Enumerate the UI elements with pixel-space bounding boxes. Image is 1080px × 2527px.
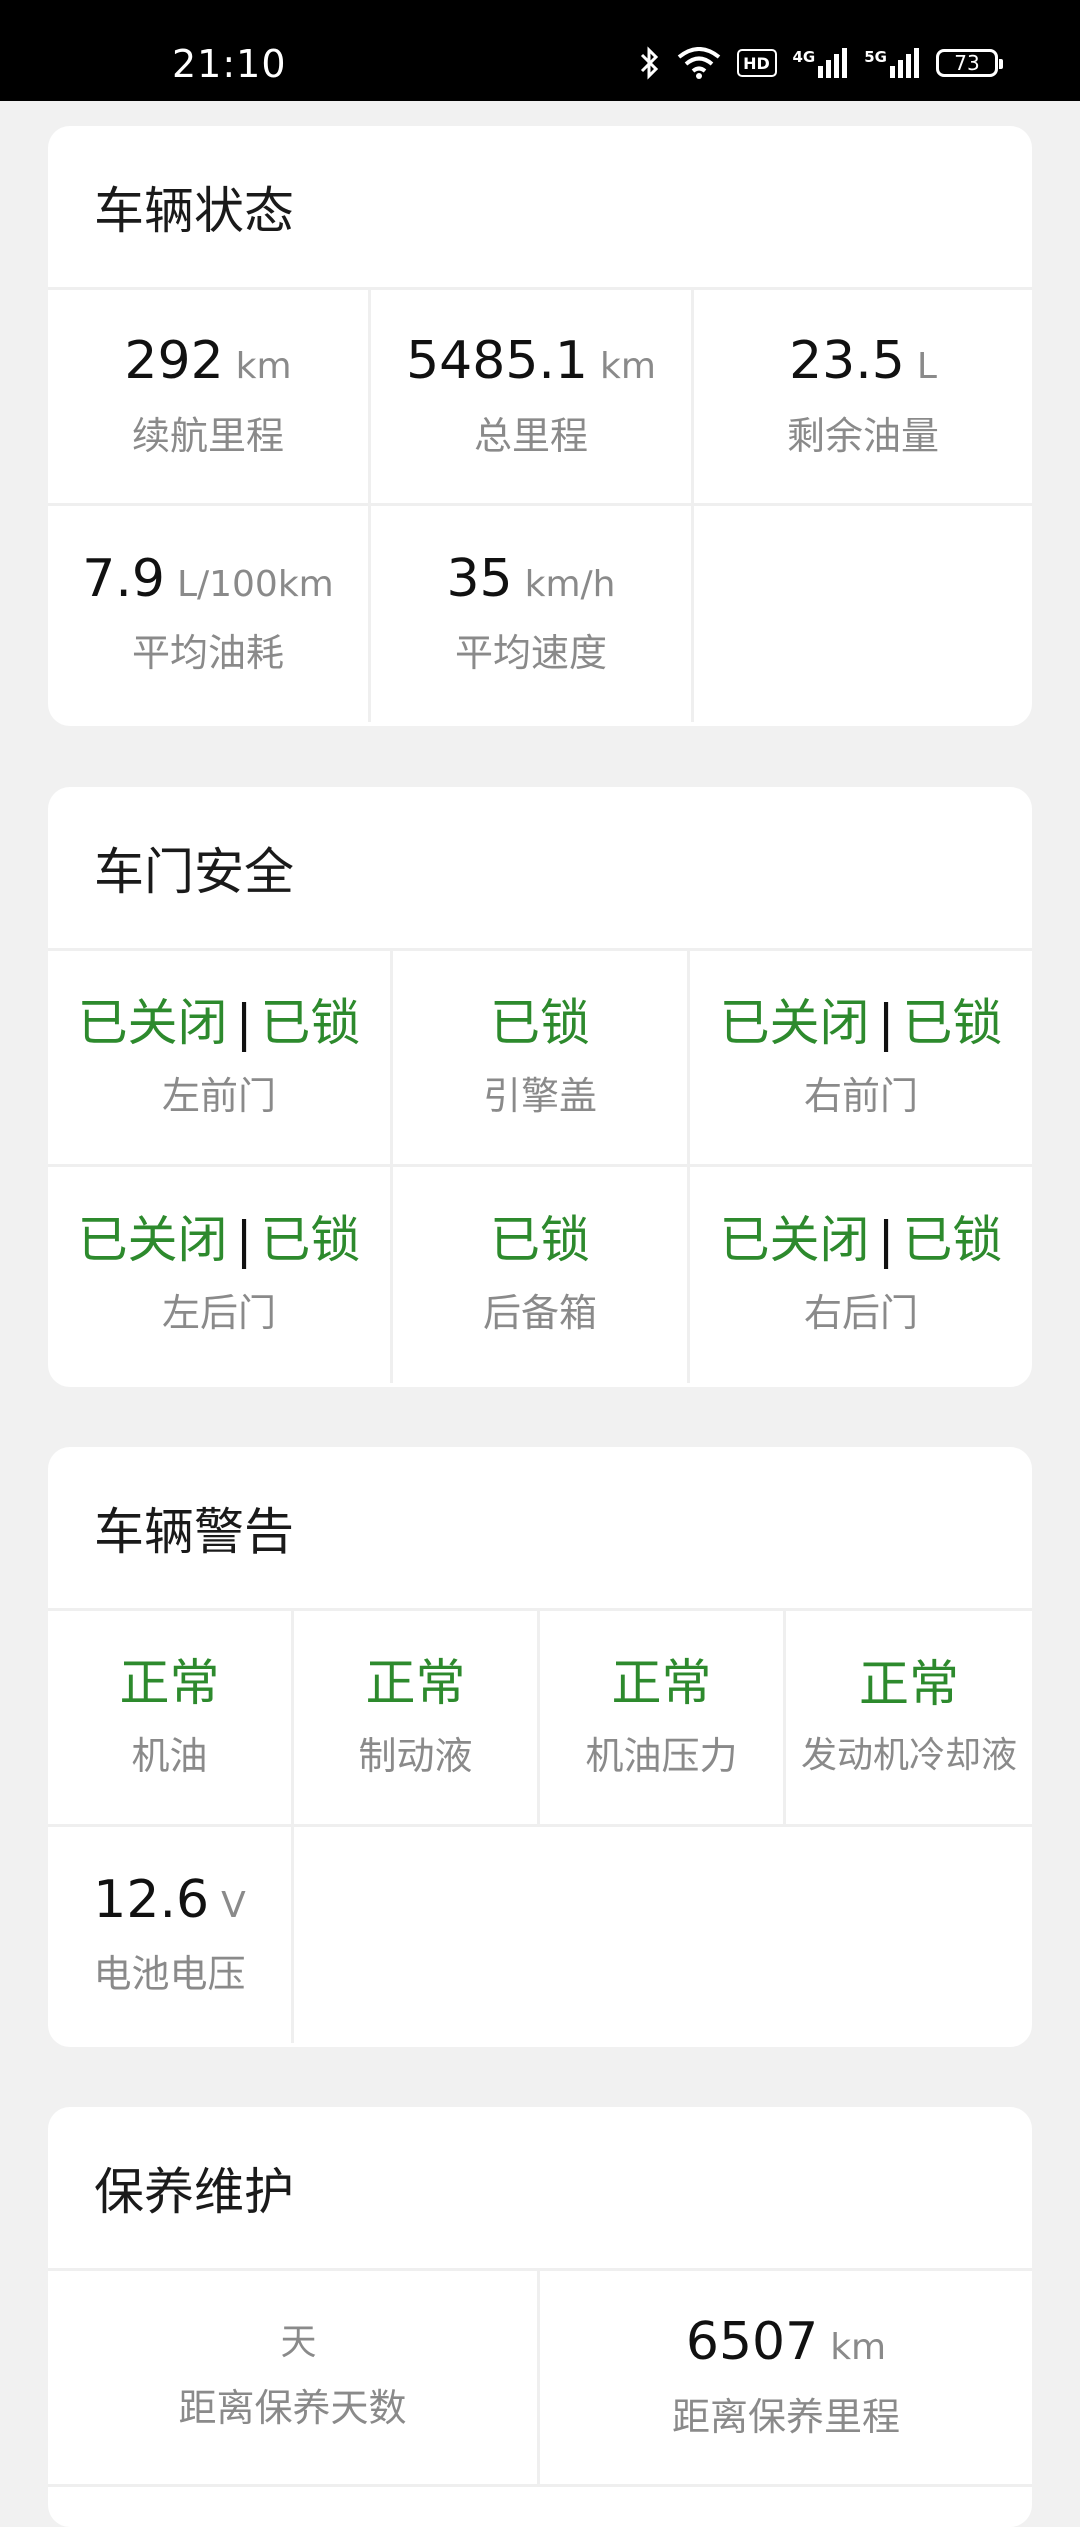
status-bar: 21:10 HD 4G 5G 73 bbox=[0, 0, 1080, 101]
warning-status: 正常 bbox=[611, 1653, 712, 1712]
network-label-5g: 5G bbox=[864, 48, 887, 66]
card-title: 车辆状态 bbox=[48, 126, 1032, 290]
empty-cell bbox=[294, 1827, 1032, 2043]
maintenance-card: 保养维护 天 距离保养天数 6507 km 距离保养里程 bbox=[48, 2107, 1032, 2527]
stat-unit: V bbox=[221, 1884, 246, 1926]
stat-unit: km bbox=[830, 2327, 887, 2369]
stat-unit: L/100km bbox=[176, 563, 334, 605]
stat-unit: km/h bbox=[524, 563, 616, 605]
door-cell-hood: 已锁 引擎盖 bbox=[393, 951, 690, 1167]
maintenance-cell-mileage: 6507 km 距离保养里程 bbox=[540, 2271, 1032, 2487]
door-label: 左后门 bbox=[161, 1291, 276, 1335]
status-time: 21:10 bbox=[172, 42, 287, 86]
card-title: 车门安全 bbox=[48, 787, 1032, 951]
lock-status: 已锁 bbox=[490, 993, 590, 1052]
stat-value: 7.9 bbox=[82, 548, 165, 609]
closed-status: 已关闭 bbox=[719, 1211, 870, 1269]
warning-cell-coolant: 正常 发动机冷却液 bbox=[786, 1611, 1032, 1827]
hd-badge: HD bbox=[736, 49, 777, 77]
stat-cell-range: 292 km 续航里程 bbox=[48, 290, 371, 506]
card-title: 保养维护 bbox=[48, 2107, 1032, 2271]
stat-cell-total-mileage: 5485.1 km 总里程 bbox=[371, 290, 694, 506]
warning-cell-battery-voltage: 12.6 V 电池电压 bbox=[48, 1827, 294, 2043]
warning-label: 发动机冷却液 bbox=[800, 1735, 1017, 1776]
door-cell-front-left: 已关闭 | 已锁 左前门 bbox=[48, 951, 393, 1167]
stat-label: 电池电压 bbox=[93, 1952, 246, 1997]
warning-cell-brake-fluid: 正常 制动液 bbox=[294, 1611, 540, 1827]
stat-label: 剩余油量 bbox=[786, 413, 939, 458]
door-label: 左前门 bbox=[161, 1073, 276, 1118]
lock-status: 已锁 bbox=[260, 1211, 361, 1269]
stat-label: 总里程 bbox=[473, 413, 588, 458]
door-label: 后备箱 bbox=[482, 1291, 597, 1335]
closed-status: 已关闭 bbox=[719, 993, 870, 1052]
stat-value: 292 bbox=[124, 331, 224, 392]
stat-unit: km bbox=[600, 346, 656, 388]
stat-unit: km bbox=[235, 346, 292, 388]
door-cell-rear-left: 已关闭 | 已锁 左后门 bbox=[48, 1167, 393, 1383]
warning-status: 正常 bbox=[119, 1653, 220, 1712]
warning-label: 机油 bbox=[131, 1733, 208, 1778]
stat-label: 续航里程 bbox=[131, 413, 284, 458]
warning-label: 制动液 bbox=[358, 1733, 473, 1778]
lock-status: 已锁 bbox=[902, 993, 1003, 1052]
warning-status: 正常 bbox=[859, 1655, 959, 1713]
maintenance-cell-days: 天 距离保养天数 bbox=[48, 2271, 540, 2487]
vehicle-status-card: 车辆状态 292 km 续航里程 5485.1 km 总里程 23.5 L 剩余油量 … bbox=[48, 126, 1032, 726]
separator: | bbox=[877, 1211, 895, 1269]
warning-status: 正常 bbox=[365, 1653, 466, 1712]
stat-cell-avg-speed: 35 km/h 平均速度 bbox=[371, 506, 694, 722]
signal-bars-icon bbox=[818, 48, 848, 78]
door-label: 右前门 bbox=[803, 1073, 918, 1118]
stat-unit: L bbox=[916, 346, 937, 388]
stat-value: 5485.1 bbox=[406, 331, 589, 392]
signal-bars-icon bbox=[890, 48, 919, 78]
door-cell-rear-right: 已关闭 | 已锁 右后门 bbox=[690, 1167, 1032, 1383]
separator: | bbox=[235, 1211, 253, 1269]
lock-status: 已锁 bbox=[260, 993, 361, 1052]
warning-label: 机油压力 bbox=[585, 1733, 738, 1778]
stat-value: 23.5 bbox=[789, 331, 905, 392]
battery-icon: 73 bbox=[936, 49, 1003, 77]
status-icons: HD 4G 5G 73 bbox=[639, 46, 1003, 80]
warning-cell-oil: 正常 机油 bbox=[48, 1611, 294, 1827]
door-security-card: 车门安全 已关闭 | 已锁 左前门 已锁 引擎盖 已关闭 | 已锁 右前门 已关闭 | 已锁… bbox=[48, 787, 1032, 1387]
stat-value: 35 bbox=[446, 548, 513, 609]
stat-label: 平均油耗 bbox=[131, 631, 284, 676]
door-label: 引擎盖 bbox=[482, 1073, 597, 1118]
network-label-4g: 4G bbox=[792, 48, 816, 66]
lock-status: 已锁 bbox=[902, 1211, 1003, 1269]
bluetooth-icon bbox=[640, 46, 658, 80]
closed-status: 已关闭 bbox=[77, 1211, 228, 1269]
stat-unit: 天 bbox=[280, 2322, 317, 2364]
stat-value: 12.6 bbox=[93, 1869, 210, 1930]
signal-4g: 4G bbox=[793, 48, 849, 78]
wifi-icon bbox=[677, 47, 720, 79]
door-cell-trunk: 已锁 后备箱 bbox=[393, 1167, 690, 1383]
stat-cell-avg-consumption: 7.9 L/100km 平均油耗 bbox=[48, 506, 371, 722]
signal-5g: 5G bbox=[864, 48, 920, 78]
warning-cell-oil-pressure: 正常 机油压力 bbox=[540, 1611, 786, 1827]
stat-label: 平均速度 bbox=[454, 631, 607, 676]
door-label: 右后门 bbox=[803, 1291, 918, 1335]
stat-cell-fuel-remaining: 23.5 L 剩余油量 bbox=[694, 290, 1032, 506]
stat-label: 距离保养里程 bbox=[671, 2394, 900, 2439]
closed-status: 已关闭 bbox=[77, 993, 228, 1052]
stat-value: 6507 bbox=[685, 2312, 819, 2373]
card-title: 车辆警告 bbox=[48, 1447, 1032, 1611]
empty-cell bbox=[694, 506, 1032, 722]
separator: | bbox=[235, 993, 253, 1052]
door-cell-front-right: 已关闭 | 已锁 右前门 bbox=[690, 951, 1032, 1167]
vehicle-warning-card: 车辆警告 正常 机油 正常 制动液 正常 机油压力 正常 发动机冷却液 12.6… bbox=[48, 1447, 1032, 2047]
stat-label: 距离保养天数 bbox=[178, 2385, 407, 2430]
separator: | bbox=[877, 993, 895, 1052]
lock-status: 已锁 bbox=[490, 1211, 590, 1269]
